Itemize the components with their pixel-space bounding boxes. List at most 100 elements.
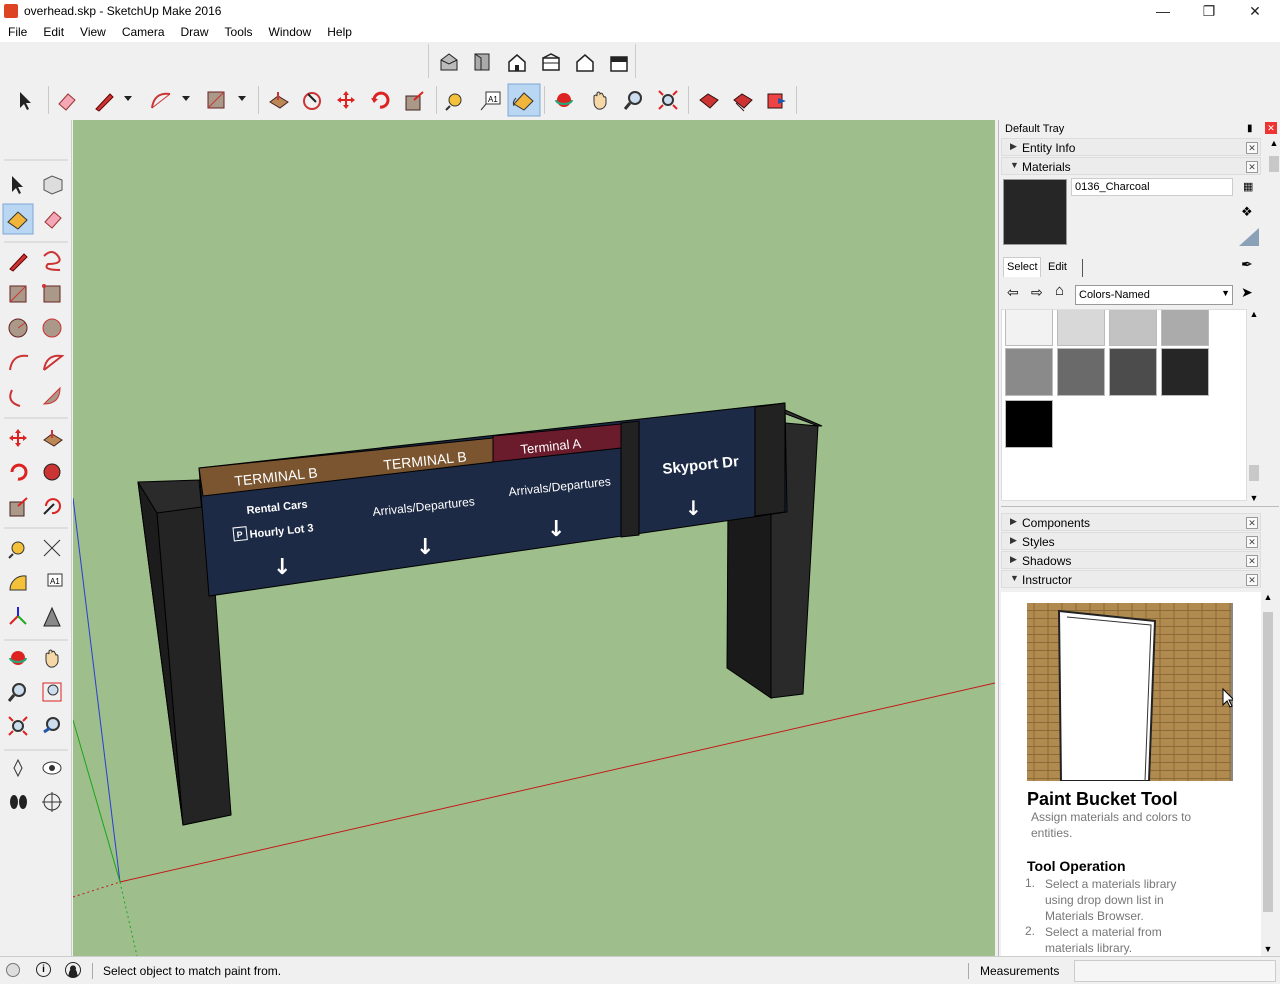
polygon-tool-icon[interactable] bbox=[42, 318, 62, 338]
sample-paint-icon[interactable] bbox=[1239, 228, 1259, 246]
scroll-up-icon[interactable]: ▲ bbox=[1261, 592, 1275, 602]
details-arrow-icon[interactable]: ➤ bbox=[1241, 284, 1253, 301]
panel-components[interactable]: ▶ Components ✕ bbox=[1001, 513, 1261, 531]
color-swatch[interactable] bbox=[1005, 348, 1053, 396]
panel-close-icon[interactable]: ✕ bbox=[1246, 536, 1258, 548]
color-swatch[interactable] bbox=[1161, 310, 1209, 346]
scroll-down-icon[interactable]: ▼ bbox=[1247, 493, 1261, 503]
scroll-down-icon[interactable]: ▼ bbox=[1261, 944, 1275, 954]
scroll-thumb[interactable] bbox=[1263, 612, 1273, 912]
color-swatch[interactable] bbox=[1057, 310, 1105, 346]
previous-view-icon[interactable] bbox=[43, 717, 60, 734]
line-dropdown-icon[interactable] bbox=[124, 96, 132, 101]
dimension-tool-icon[interactable] bbox=[43, 539, 61, 557]
zoom-tool-icon[interactable] bbox=[7, 683, 26, 702]
menu-window[interactable]: Window bbox=[269, 22, 312, 39]
tape-measure-tool-icon[interactable] bbox=[8, 541, 25, 559]
paint-bucket-tool-icon[interactable] bbox=[507, 83, 541, 117]
iso-view-icon[interactable] bbox=[440, 53, 458, 71]
follow-me-tool-icon[interactable] bbox=[43, 463, 61, 481]
protractor-tool-icon[interactable] bbox=[9, 575, 27, 591]
tray-scrollbar[interactable]: ▲ bbox=[1267, 138, 1280, 178]
color-swatch[interactable] bbox=[1109, 310, 1157, 346]
warehouse-icon[interactable] bbox=[699, 93, 719, 109]
back-view-icon[interactable] bbox=[576, 54, 594, 72]
home-icon[interactable]: ⌂ bbox=[1055, 282, 1064, 299]
eraser-tool-icon[interactable] bbox=[44, 211, 62, 229]
move-tool-icon[interactable] bbox=[9, 429, 27, 447]
menu-file[interactable]: File bbox=[8, 22, 27, 39]
modeling-viewport[interactable]: TERMINAL B TERMINAL B Terminal A Skyport… bbox=[73, 120, 995, 956]
pie-tool-icon[interactable] bbox=[42, 386, 61, 405]
color-swatch[interactable] bbox=[1057, 348, 1105, 396]
tray-close-icon[interactable]: ✕ bbox=[1265, 122, 1277, 134]
panel-shadows[interactable]: ▶ Shadows ✕ bbox=[1001, 551, 1261, 569]
rectangle-tool-icon[interactable] bbox=[9, 285, 27, 303]
panel-materials[interactable]: ▼ Materials ✕ bbox=[1001, 157, 1261, 175]
geo-location-icon[interactable] bbox=[6, 963, 20, 977]
extension-warehouse-icon[interactable] bbox=[767, 93, 786, 109]
panel-close-icon[interactable]: ✕ bbox=[1246, 142, 1258, 154]
panel-entity-info[interactable]: ▶ Entity Info ✕ bbox=[1001, 138, 1261, 156]
color-swatch-selected[interactable] bbox=[1161, 348, 1209, 396]
section-plane-icon[interactable] bbox=[42, 792, 62, 812]
color-swatch[interactable] bbox=[1005, 310, 1053, 346]
pin-icon[interactable]: ▮ bbox=[1247, 123, 1253, 134]
measurements-input[interactable] bbox=[1074, 960, 1276, 982]
material-preview[interactable] bbox=[1003, 179, 1067, 245]
menu-edit[interactable]: Edit bbox=[43, 22, 64, 39]
panel-close-icon[interactable]: ✕ bbox=[1246, 517, 1258, 529]
push-pull-tool-icon[interactable] bbox=[269, 92, 289, 109]
panel-close-icon[interactable]: ✕ bbox=[1246, 161, 1258, 173]
line-tool-icon[interactable] bbox=[95, 93, 114, 112]
orbit-tool-icon[interactable] bbox=[9, 651, 27, 665]
close-icon[interactable]: ✕ bbox=[1232, 2, 1278, 20]
orbit-tool-icon[interactable] bbox=[555, 93, 573, 107]
scene-canvas[interactable]: TERMINAL B TERMINAL B Terminal A Skyport… bbox=[73, 120, 995, 956]
scale-tool-icon[interactable] bbox=[9, 497, 28, 517]
panel-instructor[interactable]: ▼ Instructor ✕ bbox=[1001, 570, 1261, 588]
look-around-icon[interactable] bbox=[42, 761, 62, 775]
follow-me-tool-icon[interactable] bbox=[303, 92, 321, 110]
select-tool-icon[interactable] bbox=[12, 176, 23, 194]
maximize-icon[interactable]: ❐ bbox=[1186, 2, 1232, 20]
material-name-field[interactable] bbox=[1071, 178, 1233, 196]
panel-close-icon[interactable]: ✕ bbox=[1246, 555, 1258, 567]
zoom-tool-icon[interactable] bbox=[623, 91, 642, 110]
eraser-tool-icon[interactable] bbox=[58, 93, 76, 111]
scroll-up-icon[interactable]: ▲ bbox=[1247, 309, 1261, 319]
minimize-icon[interactable]: — bbox=[1140, 2, 1186, 20]
panel-styles[interactable]: ▶ Styles ✕ bbox=[1001, 532, 1261, 550]
circle-tool-icon[interactable] bbox=[8, 318, 28, 338]
freehand-tool-icon[interactable] bbox=[43, 251, 61, 271]
color-swatch[interactable] bbox=[1109, 348, 1157, 396]
rotate-tool-icon[interactable] bbox=[371, 91, 390, 109]
offset-tool-icon[interactable] bbox=[43, 498, 61, 515]
move-tool-icon[interactable] bbox=[337, 91, 355, 109]
create-material-icon[interactable]: ▦ bbox=[1243, 180, 1257, 194]
eyedropper-icon[interactable]: ✒ bbox=[1241, 256, 1253, 273]
scroll-thumb[interactable] bbox=[1269, 156, 1279, 172]
menu-view[interactable]: View bbox=[80, 22, 106, 39]
right-view-icon[interactable] bbox=[542, 53, 560, 71]
component-tool-icon[interactable] bbox=[43, 175, 63, 195]
position-camera-icon[interactable] bbox=[13, 758, 23, 778]
two-point-arc-tool-icon[interactable] bbox=[43, 354, 65, 371]
panel-close-icon[interactable]: ✕ bbox=[1246, 574, 1258, 586]
rotate-tool-icon[interactable] bbox=[10, 463, 28, 481]
arc-tool-icon[interactable] bbox=[9, 354, 29, 371]
select-tool-icon[interactable] bbox=[20, 92, 31, 110]
menu-draw[interactable]: Draw bbox=[181, 22, 209, 39]
swatch-scrollbar[interactable]: ▲ ▼ bbox=[1247, 309, 1261, 503]
walk-tool-icon[interactable] bbox=[10, 795, 27, 809]
pan-tool-icon[interactable] bbox=[593, 91, 607, 110]
forward-arrow-icon[interactable]: ⇨ bbox=[1031, 284, 1043, 301]
zoom-extents-tool-icon[interactable] bbox=[8, 716, 28, 736]
tape-measure-tool-icon[interactable] bbox=[445, 93, 462, 111]
paint-default-icon[interactable]: ❖ bbox=[1241, 204, 1257, 220]
rectangle-dropdown-icon[interactable] bbox=[238, 96, 246, 101]
line-tool-icon[interactable] bbox=[9, 253, 28, 272]
paint-bucket-tool-icon[interactable] bbox=[2, 203, 34, 235]
axes-tool-icon[interactable] bbox=[9, 607, 27, 625]
scale-tool-icon[interactable] bbox=[405, 91, 424, 111]
